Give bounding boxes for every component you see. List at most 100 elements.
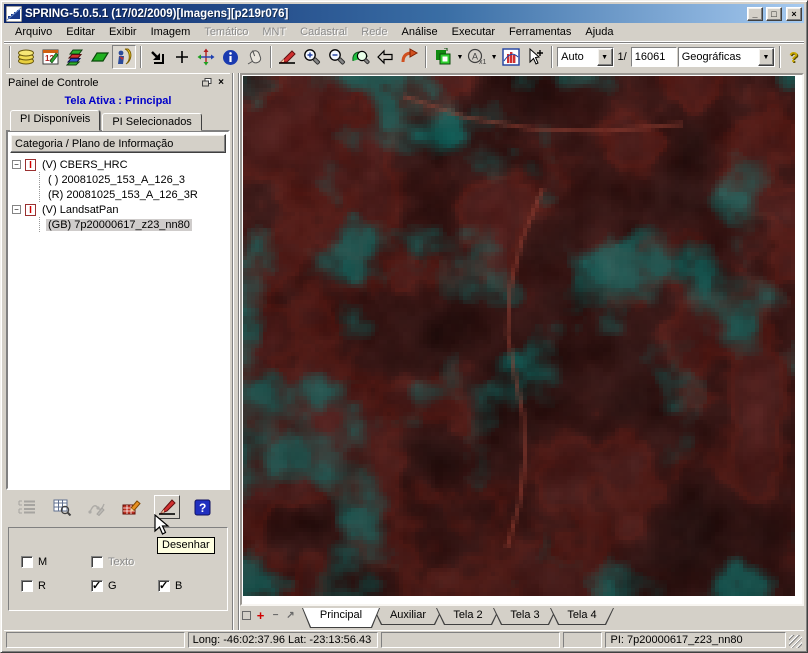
panel-button-row: ? (6, 490, 230, 523)
tree-row-category[interactable]: − I (V) LandsatPan (10, 202, 226, 217)
close-panel-icon[interactable]: × (214, 76, 228, 89)
undo-button[interactable] (398, 45, 421, 69)
remove-screen-icon[interactable]: − (270, 610, 281, 621)
status-coordinates: Long: -46:02:37.96 Lat: -23:13:56.43 (188, 632, 379, 648)
new-screen-icon[interactable] (242, 611, 251, 620)
checkbox-b[interactable]: B (158, 580, 182, 592)
menu-editar[interactable]: Editar (59, 24, 102, 40)
tab-tela-2[interactable]: Tela 2 (436, 608, 500, 625)
menu-executar[interactable]: Executar (445, 24, 502, 40)
contrast-button[interactable] (499, 45, 522, 69)
maximize-button[interactable]: □ (766, 7, 782, 21)
m-checkbox[interactable] (21, 556, 33, 568)
help-icon[interactable]: ? (785, 49, 802, 66)
tab-tela-4[interactable]: Tela 4 (550, 608, 614, 625)
menu-exibir[interactable]: Exibir (102, 24, 144, 40)
info-button[interactable] (219, 45, 242, 69)
crosshair-button[interactable] (170, 45, 193, 69)
g-label: G (108, 580, 117, 592)
attribute-table-button[interactable] (49, 495, 75, 519)
collapse-icon[interactable]: − (12, 205, 21, 214)
minimize-button[interactable]: _ (747, 7, 763, 21)
zoom-out-button[interactable] (325, 45, 348, 69)
tree-header[interactable]: Categoria / Plano de Informação (10, 134, 226, 153)
zoom-in-button[interactable] (301, 45, 324, 69)
visibility-button[interactable] (431, 45, 454, 69)
zoom-mode-combo[interactable]: Auto ▼ (557, 47, 613, 67)
coords-mode-dropdown-arrow[interactable]: ▼ (758, 48, 774, 66)
detach-screen-icon[interactable]: ↗ (285, 610, 296, 621)
tree-row-category[interactable]: − I (V) CBERS_HRC (10, 157, 226, 172)
tab-pi-disponiveis[interactable]: PI Disponíveis (10, 110, 100, 131)
add-screen-icon[interactable]: + (255, 610, 266, 621)
recompose-button[interactable] (146, 45, 169, 69)
tab-principal[interactable]: Principal (302, 608, 380, 628)
g-checkbox[interactable] (91, 580, 103, 592)
m-label: M (38, 556, 47, 568)
scale-mode-button[interactable]: A x1 (465, 45, 488, 69)
tree-label[interactable]: (R) 20081025_153_A_126_3R (46, 189, 200, 201)
tab-auxiliar[interactable]: Auxiliar (373, 608, 443, 625)
coords-mode-combo[interactable]: Geográficas ▼ (678, 47, 775, 67)
mouse-locate-button[interactable] (243, 45, 266, 69)
plane-button[interactable] (88, 45, 111, 69)
image-canvas-area[interactable] (240, 73, 804, 606)
tree-label[interactable]: (V) LandsatPan (40, 204, 120, 216)
float-panel-icon[interactable] (200, 76, 214, 89)
checkbox-texto: Texto (91, 556, 158, 568)
matrix-edit-button[interactable] (119, 495, 145, 519)
scale-dropdown-arrow[interactable]: ▼ (490, 54, 499, 61)
layers-button[interactable] (64, 45, 87, 69)
database-button[interactable] (15, 45, 38, 69)
project-button[interactable]: 12 (39, 45, 62, 69)
image-category-icon: I (25, 159, 36, 171)
tooltip: Desenhar (157, 537, 215, 554)
title-bar[interactable]: SPRING-5.0.5.1 (17/02/2009)[Imagens][p21… (4, 4, 804, 23)
tree-label-selected[interactable]: (GB) 7p20000617_z23_nn80 (46, 219, 192, 231)
r-checkbox[interactable] (21, 580, 33, 592)
checkbox-r[interactable]: R (21, 580, 91, 592)
panel-help-button[interactable]: ? (189, 495, 215, 519)
r-label: R (38, 580, 46, 592)
tree-label[interactable]: ( ) 20081025_153_A_126_3 (46, 174, 187, 186)
checkbox-g[interactable]: G (91, 580, 158, 592)
select-pointer-button[interactable] (524, 45, 547, 69)
previous-view-button[interactable] (374, 45, 397, 69)
pan-button[interactable] (194, 45, 217, 69)
pencil-icon (278, 48, 297, 66)
svg-text:A: A (472, 52, 478, 62)
tab-pi-selecionados[interactable]: PI Selecionados (102, 113, 202, 131)
draw-button[interactable] (154, 495, 180, 519)
vector-edit-button[interactable] (84, 495, 110, 519)
zoom-region-icon (351, 48, 370, 66)
tree-row-plane[interactable]: (R) 20081025_153_A_126_3R (10, 187, 226, 202)
tree-row-plane[interactable]: ( ) 20081025_153_A_126_3 (10, 172, 226, 187)
scale-input[interactable] (631, 47, 677, 67)
tabstrip-controls: + − ↗ (240, 608, 302, 621)
tree-row-plane[interactable]: (GB) 7p20000617_z23_nn80 (10, 217, 226, 232)
zoom-mode-value: Auto (558, 51, 596, 63)
edit-button[interactable] (276, 45, 299, 69)
zoom-mode-dropdown-arrow[interactable]: ▼ (597, 48, 613, 66)
resize-grip[interactable] (789, 635, 802, 648)
tab-tela-3[interactable]: Tela 3 (493, 608, 557, 625)
close-button[interactable]: × (786, 7, 802, 21)
satellite-image[interactable] (243, 76, 795, 596)
visibility-dropdown-arrow[interactable]: ▼ (456, 54, 465, 61)
zoom-region-button[interactable] (349, 45, 372, 69)
list-planes-button[interactable] (14, 495, 40, 519)
b-checkbox[interactable] (158, 580, 170, 592)
pointer-mode-button[interactable] (112, 45, 135, 69)
draw-pencil-icon (157, 498, 177, 516)
tree-label[interactable]: (V) CBERS_HRC (40, 159, 130, 171)
menu-ajuda[interactable]: Ajuda (578, 24, 620, 40)
menu-arquivo[interactable]: Arquivo (8, 24, 59, 40)
checkbox-m[interactable]: M (21, 556, 91, 568)
collapse-icon[interactable]: − (12, 160, 21, 169)
panel-splitter[interactable] (232, 73, 240, 630)
svg-text:?: ? (199, 501, 206, 515)
menu-ferramentas[interactable]: Ferramentas (502, 24, 578, 40)
menu-analise[interactable]: Análise (395, 24, 445, 40)
table-zoom-icon (53, 499, 72, 516)
menu-imagem[interactable]: Imagem (144, 24, 198, 40)
